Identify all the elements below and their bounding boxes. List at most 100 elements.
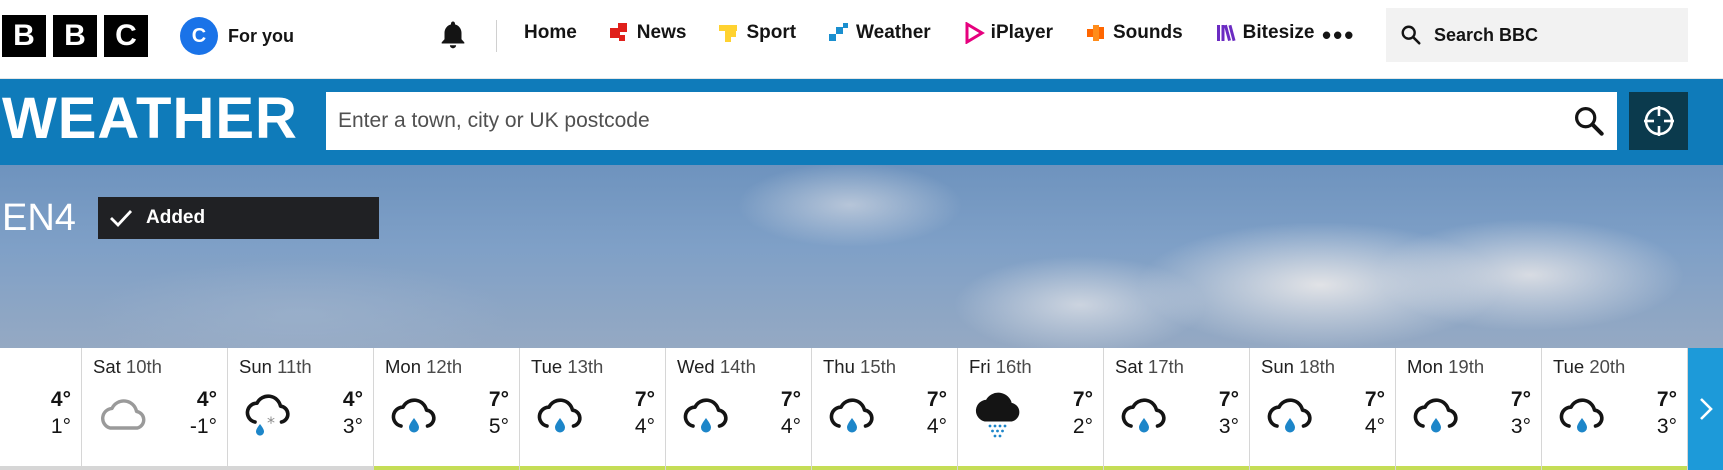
max-temperature: 4° — [196, 388, 217, 411]
search-bbc-label: Search BBC — [1434, 24, 1539, 45]
location-search — [326, 92, 1617, 150]
forecast-day[interactable]: Fri 16th 7° 2° — [958, 348, 1104, 470]
weather-title[interactable]: WEATHER — [2, 85, 298, 152]
forecast-weekday: Sun — [239, 356, 272, 377]
locate-me-button[interactable] — [1629, 92, 1688, 150]
added-location-button[interactable]: Added — [98, 197, 379, 239]
nav-sounds[interactable]: Sounds — [1085, 22, 1183, 44]
forecast-weekday: Sun — [1261, 356, 1294, 377]
nav-sport[interactable]: Sport — [718, 22, 796, 44]
temperature-band — [812, 466, 957, 470]
min-temperature: 4° — [634, 415, 655, 438]
light-rain-icon — [1267, 398, 1312, 433]
forecast-date: 17th — [1147, 356, 1184, 377]
nav-bitesize-label: Bitesize — [1242, 22, 1315, 43]
forecast-day-label: Fri 16th — [969, 356, 1032, 378]
search-icon — [1401, 25, 1421, 45]
bitesize-icon — [1216, 24, 1236, 42]
nav-weather[interactable]: Weather — [828, 22, 931, 44]
forecast-day-label: Sat 10th — [93, 356, 162, 378]
forecast-day-label: Mon 19th — [1407, 356, 1484, 378]
nav-iplayer-label: iPlayer — [990, 22, 1053, 43]
temperature-band — [1542, 466, 1687, 470]
logo-letter: B — [2, 15, 46, 57]
temperature-band — [374, 466, 519, 470]
for-you-button[interactable]: C For you — [180, 17, 294, 55]
forecast-day[interactable]: Tue 13th 7° 4° — [520, 348, 666, 470]
forecast-day[interactable]: Tue 20th 7° 3° — [1542, 348, 1688, 470]
added-label: Added — [146, 207, 206, 228]
forecast-date: 10th — [125, 356, 162, 377]
max-temperature: 7° — [1218, 388, 1239, 411]
nav-links: Home News Sport Weather iPlayer Sounds B… — [524, 22, 1346, 44]
next-days-button[interactable] — [1688, 348, 1723, 470]
weather-icon — [829, 23, 849, 41]
forecast-weekday: Sat — [93, 356, 121, 377]
bbc-logo[interactable]: B B C — [2, 15, 148, 57]
temperature-band — [1250, 466, 1395, 470]
nav-bitesize[interactable]: Bitesize — [1215, 22, 1315, 44]
temperature-band — [1396, 466, 1541, 470]
nav-news[interactable]: News — [609, 22, 687, 44]
forecast-weekday: Mon — [385, 356, 421, 377]
forecast-strip: Tue 20th 7° 3° Mon 19th 7° 3° Sun 18th 7° 4° Sat … — [0, 348, 1723, 470]
nav-sport-label: Sport — [746, 22, 797, 43]
min-temperature: 4° — [780, 415, 801, 438]
weather-header: WEATHER — [0, 79, 1723, 165]
forecast-date: 16th — [995, 356, 1032, 377]
forecast-day[interactable]: Wed 14th 7° 4° — [666, 348, 812, 470]
forecast-day[interactable]: Thu 15th 7° 4° — [812, 348, 958, 470]
forecast-day[interactable]: Sun 18th 7° 4° — [1250, 348, 1396, 470]
forecast-weekday: Thu — [823, 356, 855, 377]
forecast-weekday: Mon — [1407, 356, 1443, 377]
search-bbc-button[interactable]: Search BBC — [1386, 8, 1688, 62]
temperature-band — [520, 466, 665, 470]
forecast-day-label: Thu 15th — [823, 356, 896, 378]
forecast-day-label: Tue 13th — [531, 356, 603, 378]
min-temperature: 4° — [926, 415, 947, 438]
search-icon[interactable] — [1573, 105, 1605, 137]
partial-icon — [0, 390, 40, 438]
temperature-band — [958, 466, 1103, 470]
max-temperature: 4° — [50, 388, 71, 411]
forecast-day[interactable]: Mon 12th 7° 5° — [374, 348, 520, 470]
nav-home[interactable]: Home — [524, 22, 577, 44]
chevron-right-icon — [1699, 398, 1713, 420]
temperature-band — [0, 466, 81, 470]
forecast-weekday: Tue — [531, 356, 563, 377]
location-search-input[interactable] — [326, 92, 1617, 150]
nav-iplayer[interactable]: iPlayer — [963, 22, 1053, 44]
global-navigation: B B C C For you Home News Sport Weather … — [0, 0, 1723, 79]
nav-news-label: News — [636, 22, 687, 43]
drizzle-icon — [975, 392, 1020, 438]
forecast-weekday: Sat — [1115, 356, 1143, 377]
light-rain-icon — [1559, 398, 1604, 433]
news-icon — [609, 23, 627, 41]
nav-sounds-label: Sounds — [1113, 22, 1183, 43]
forecast-day[interactable]: Sat 17th 7° 3° — [1104, 348, 1250, 470]
light-rain-icon — [829, 398, 874, 433]
max-temperature: 7° — [488, 388, 509, 411]
cloud-icon — [101, 399, 146, 430]
sleet-icon: * — [245, 394, 290, 436]
nav-home-label: Home — [524, 22, 577, 43]
forecast-day[interactable]: Sat 10th 4° -1° — [82, 348, 228, 470]
min-temperature: 3° — [1218, 415, 1239, 438]
light-rain-icon — [537, 398, 582, 433]
temperature-band — [666, 466, 811, 470]
more-menu-button[interactable]: ••• — [1322, 22, 1355, 48]
forecast-day[interactable]: Sun 11th * 4° 3° — [228, 348, 374, 470]
forecast-day[interactable]: 4° 1° — [0, 348, 82, 470]
forecast-day[interactable]: Mon 19th 7° 3° — [1396, 348, 1542, 470]
temperature-band — [228, 466, 373, 470]
forecast-date: 13th — [567, 356, 604, 377]
logo-letter: B — [53, 15, 97, 57]
sky-hero-banner: EN4 Added — [0, 165, 1723, 348]
forecast-weekday: Fri — [969, 356, 991, 377]
notifications-bell-icon[interactable] — [436, 18, 470, 52]
temperature-band — [1104, 466, 1249, 470]
for-you-label: For you — [228, 25, 294, 46]
min-temperature: 3° — [1656, 415, 1677, 438]
min-temperature: 2° — [1072, 415, 1093, 438]
light-rain-icon — [683, 398, 728, 433]
